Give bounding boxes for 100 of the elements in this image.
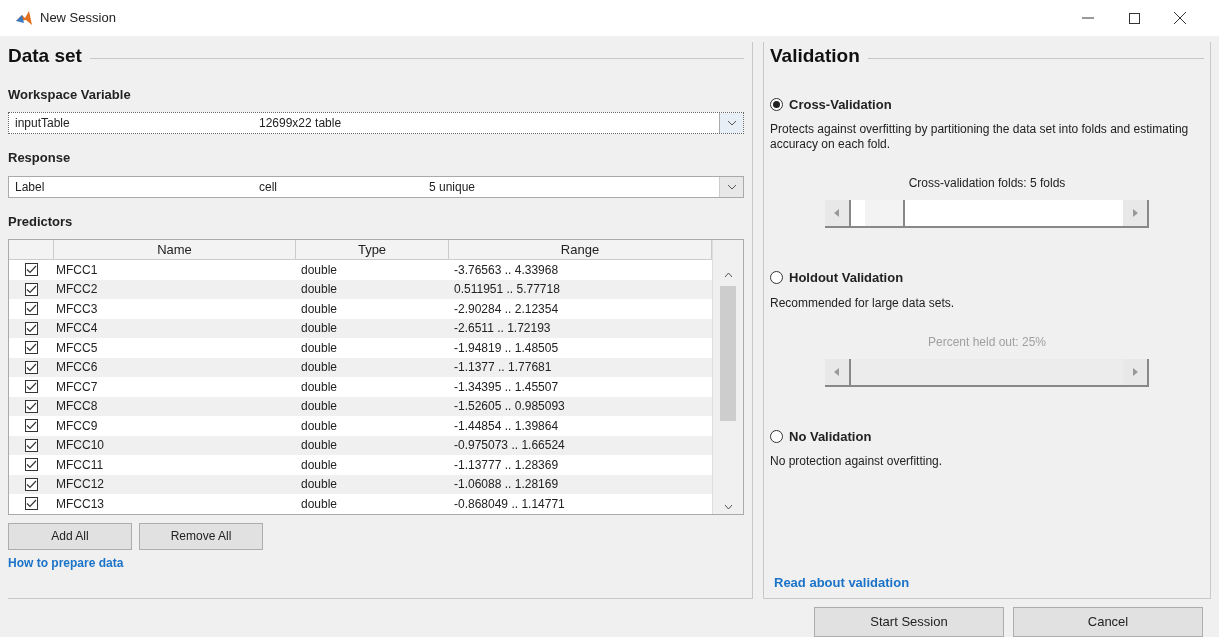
check-icon [26, 284, 37, 294]
table-cell-text: -2.6511 .. 1.72193 [453, 320, 552, 338]
check-icon [26, 382, 37, 392]
check-icon [26, 265, 37, 275]
scroll-down-icon [723, 503, 733, 510]
table-cell-text: -1.94819 .. 1.48505 [453, 339, 560, 357]
table-cell-text: MFCC4 [55, 320, 99, 338]
table-cell-text: -0.975073 .. 1.66524 [453, 437, 566, 455]
chevron-down-icon [719, 113, 743, 133]
table-cell-text: -1.13777 .. 1.28369 [453, 456, 560, 474]
table-cell-text: -1.06088 .. 1.28169 [453, 476, 560, 494]
checkbox[interactable] [25, 477, 38, 491]
table-cell-text: double [300, 476, 339, 494]
panel-title: Validation [770, 44, 860, 68]
dropdown-type: cell [259, 178, 278, 196]
checkbox[interactable] [25, 399, 38, 413]
dropdown-info: 12699x22 table [259, 115, 343, 132]
check-icon [26, 343, 37, 353]
section-label: Response [8, 149, 72, 167]
checkbox[interactable] [25, 302, 38, 316]
table-cell-text: double [300, 261, 339, 279]
slider[interactable] [825, 200, 1149, 228]
scroll-up-icon [723, 272, 733, 278]
checkbox[interactable] [25, 321, 38, 335]
check-icon [26, 479, 37, 489]
table-row[interactable]: MFCC2 double 0.511951 .. 5.77718 [9, 279, 712, 299]
option-label[interactable]: Cross-Validation [789, 94, 892, 114]
table-cell-text: MFCC9 [55, 417, 99, 435]
table-cell-text: double [300, 339, 339, 357]
table-cell-text: double [300, 495, 339, 513]
table-cell-text: double [300, 437, 339, 455]
table-cell-text: MFCC6 [55, 359, 99, 377]
close-icon [1174, 12, 1186, 24]
slider-caption: Cross-validation folds: 5 folds [908, 175, 1066, 192]
check-icon [26, 460, 37, 470]
help-link[interactable]: Read about validation [770, 572, 1204, 592]
table-action-button[interactable]: Remove All [139, 522, 263, 550]
check-icon [26, 401, 37, 411]
workspace-variable-dropdown[interactable]: inputTable 12699x22 table [8, 112, 744, 134]
table-cell-text: MFCC7 [55, 378, 99, 396]
response-dropdown[interactable]: Label cell 5 unique [8, 175, 744, 198]
checkbox[interactable] [25, 282, 38, 296]
table-cell-text: double [300, 300, 339, 318]
checkbox[interactable] [25, 419, 38, 433]
table-cell-text: -1.1377 .. 1.77681 [453, 359, 553, 377]
help-link[interactable]: How to prepare data [8, 553, 744, 572]
column-header[interactable]: Name [54, 240, 296, 259]
option-label[interactable]: No Validation [789, 426, 872, 446]
table-row[interactable]: MFCC6 double -1.1377 .. 1.77681 [9, 357, 712, 377]
checkbox[interactable] [25, 458, 38, 472]
table-cell-text: 0.511951 .. 5.77718 [453, 281, 561, 299]
check-icon [26, 421, 37, 431]
table-row[interactable]: MFCC12 double -1.06088 .. 1.28169 [9, 474, 712, 494]
table-cell-text: MFCC8 [55, 398, 99, 416]
window-title: New Session [40, 9, 116, 28]
table-cell-text: double [300, 378, 339, 396]
check-icon [26, 304, 37, 314]
table-cell-text: MFCC5 [55, 339, 99, 357]
table-row[interactable]: MFCC10 double -0.975073 .. 1.66524 [9, 435, 712, 455]
checkbox[interactable] [25, 341, 38, 355]
checkbox[interactable] [25, 497, 38, 511]
table-cell-text: double [300, 281, 339, 299]
table-cell-text: -1.44854 .. 1.39864 [453, 417, 560, 435]
section-label: Predictors [8, 212, 74, 231]
radio-button[interactable] [770, 271, 783, 285]
option-description: Recommended for large data sets. [770, 295, 956, 311]
table-cell-text: -2.90284 .. 2.12354 [453, 300, 560, 318]
table-cell-text: double [300, 320, 339, 338]
check-icon [26, 323, 37, 333]
checkbox[interactable] [25, 380, 38, 394]
table-row[interactable]: MFCC4 double -2.6511 .. 1.72193 [9, 318, 712, 338]
section-label: Workspace Variable [8, 85, 132, 104]
table-cell-text: MFCC10 [55, 437, 105, 455]
table-row[interactable]: MFCC8 double -1.52605 .. 0.985093 [9, 396, 712, 416]
dropdown-info: 5 unique [429, 178, 477, 196]
scrollbar[interactable] [712, 240, 743, 514]
radio-button[interactable] [770, 97, 783, 111]
table-cell-text: -1.52605 .. 0.985093 [453, 398, 566, 416]
check-icon [26, 440, 37, 450]
table-cell-text: MFCC11 [55, 456, 105, 474]
checkbox[interactable] [25, 360, 38, 374]
table-cell-text: double [300, 417, 339, 435]
slider-thumb[interactable] [864, 200, 905, 226]
radio-button[interactable] [770, 429, 783, 443]
table-cell-text: MFCC1 [55, 261, 99, 279]
panel-title: Data set [8, 44, 82, 68]
dialog-button[interactable]: Start Session [814, 607, 1004, 637]
table-cell-text: -1.34395 .. 1.45507 [453, 378, 560, 396]
check-icon [26, 499, 37, 509]
app-logo-icon [16, 11, 32, 25]
column-header[interactable]: Type [296, 240, 449, 259]
maximize-icon [1128, 12, 1140, 24]
checkbox[interactable] [25, 438, 38, 452]
option-label[interactable]: Holdout Validation [789, 268, 904, 288]
slider-caption: Percent held out: 25% [927, 333, 1047, 351]
dialog-button[interactable]: Cancel [1013, 607, 1203, 637]
table-action-button[interactable]: Add All [8, 522, 132, 550]
table-cell-text: MFCC12 [55, 476, 105, 494]
minimize-icon [1082, 17, 1094, 19]
checkbox[interactable] [25, 263, 38, 277]
